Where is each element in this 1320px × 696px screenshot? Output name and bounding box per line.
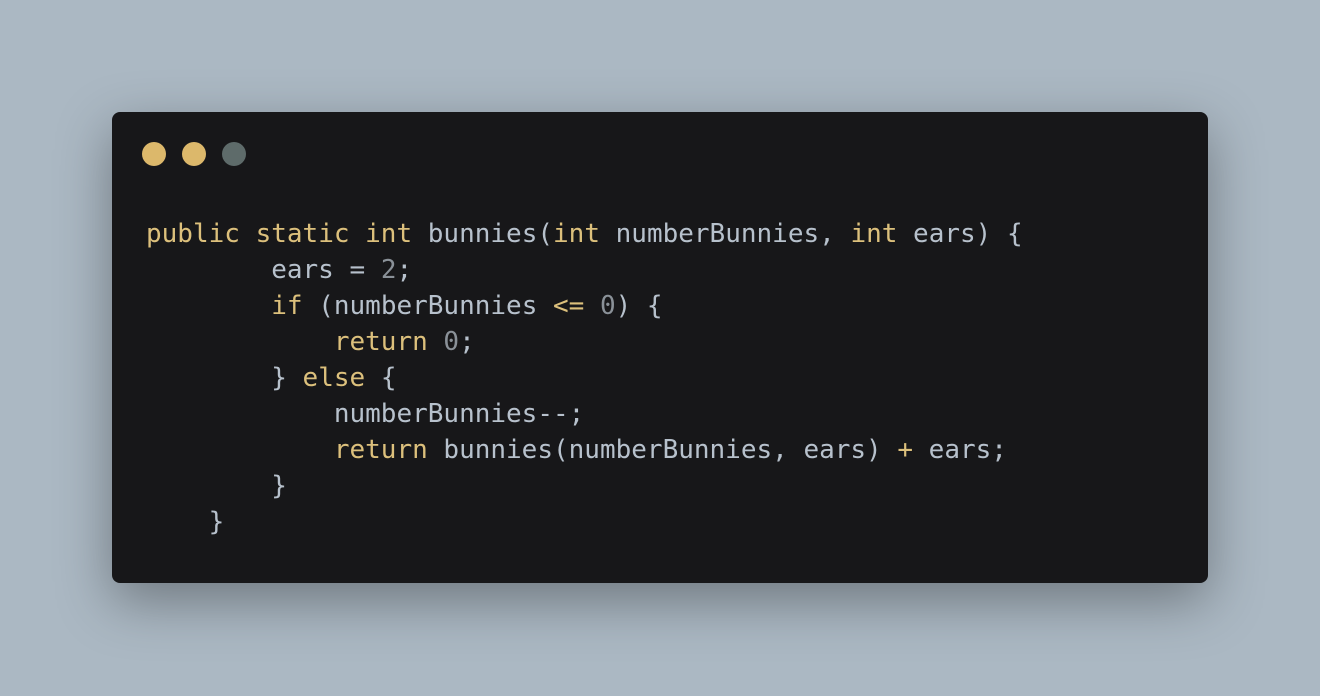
code-token-keyword: int (850, 219, 898, 249)
code-token-plain: ears) { (897, 219, 1023, 249)
code-token-plain: } (146, 507, 225, 537)
code-token-plain: ) { (615, 291, 663, 321)
code-token-plain: ears = (146, 255, 381, 285)
code-token-keyword: <= (553, 291, 585, 321)
code-token-keyword: return (333, 327, 428, 357)
code-line: return bunnies(numberBunnies, ears) + ea… (146, 432, 1023, 468)
code-token-plain: numberBunnies, (599, 219, 851, 249)
code-line: if (numberBunnies <= 0) { (146, 288, 1023, 324)
code-line: } (146, 504, 1023, 540)
code-token-number: 0 (599, 291, 616, 321)
code-token-plain: bunnies(numberBunnies, ears) (427, 435, 898, 465)
code-token-plain: bunnies( (412, 219, 554, 249)
code-window: public static int bunnies(int numberBunn… (112, 112, 1208, 583)
code-line: } (146, 468, 1023, 504)
maximize-dot[interactable] (222, 142, 246, 166)
code-token-plain: ; (396, 255, 413, 285)
code-token-keyword: int (553, 219, 600, 249)
close-dot[interactable] (142, 142, 166, 166)
code-token-plain: } (146, 363, 303, 393)
code-token-number: 2 (380, 255, 397, 285)
code-token-keyword: public (146, 219, 240, 249)
code-line: numberBunnies--; (146, 396, 1023, 432)
code-token-keyword: else (302, 363, 366, 393)
code-token-plain: } (146, 471, 287, 501)
minimize-dot[interactable] (182, 142, 206, 166)
code-token-number: 0 (443, 327, 460, 357)
code-token-plain: ; (459, 327, 475, 357)
code-line: public static int bunnies(int numberBunn… (146, 216, 1023, 252)
code-block: public static int bunnies(int numberBunn… (146, 216, 1023, 540)
code-token-keyword: int (365, 219, 413, 249)
code-token-keyword: + (897, 435, 914, 465)
code-token-keyword: if (271, 291, 303, 321)
code-token-plain: { (365, 363, 397, 393)
code-token-plain: ears; (913, 435, 1007, 465)
code-token-plain: (numberBunnies (302, 291, 553, 321)
code-token-plain: numberBunnies--; (146, 399, 585, 429)
code-line: ears = 2; (146, 252, 1023, 288)
code-line: } else { (146, 360, 1023, 396)
code-token-keyword: static (255, 219, 350, 249)
code-token-keyword: return (333, 435, 428, 465)
code-line: return 0; (146, 324, 1023, 360)
